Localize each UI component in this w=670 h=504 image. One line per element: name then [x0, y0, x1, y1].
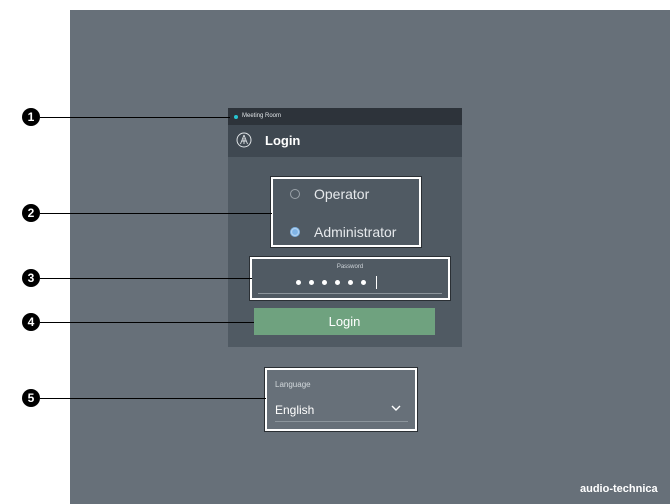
callout-line-1 [40, 117, 230, 118]
callout-marker-1: 1 [22, 108, 40, 126]
callout-line-2 [40, 213, 272, 214]
brand-logo: audio-technica [580, 483, 658, 495]
callout-marker-3: 3 [22, 269, 40, 287]
callout-line-5 [40, 398, 266, 399]
highlight-role-options [270, 176, 422, 248]
dialog-header: Login [228, 125, 462, 157]
callout-line-3 [40, 278, 252, 279]
callout-line-4 [40, 322, 254, 323]
microphone-logo-icon [236, 132, 252, 148]
highlight-language-select [264, 367, 418, 432]
login-button[interactable]: Login [254, 308, 435, 335]
highlight-password-field [249, 256, 451, 301]
callout-marker-4: 4 [22, 313, 40, 331]
title-bar: Meeting Room [228, 108, 462, 125]
status-dot-icon [234, 115, 238, 119]
callout-marker-2: 2 [22, 204, 40, 222]
callout-marker-5: 5 [22, 389, 40, 407]
room-name: Meeting Room [242, 113, 282, 119]
dialog-title: Login [265, 133, 301, 148]
